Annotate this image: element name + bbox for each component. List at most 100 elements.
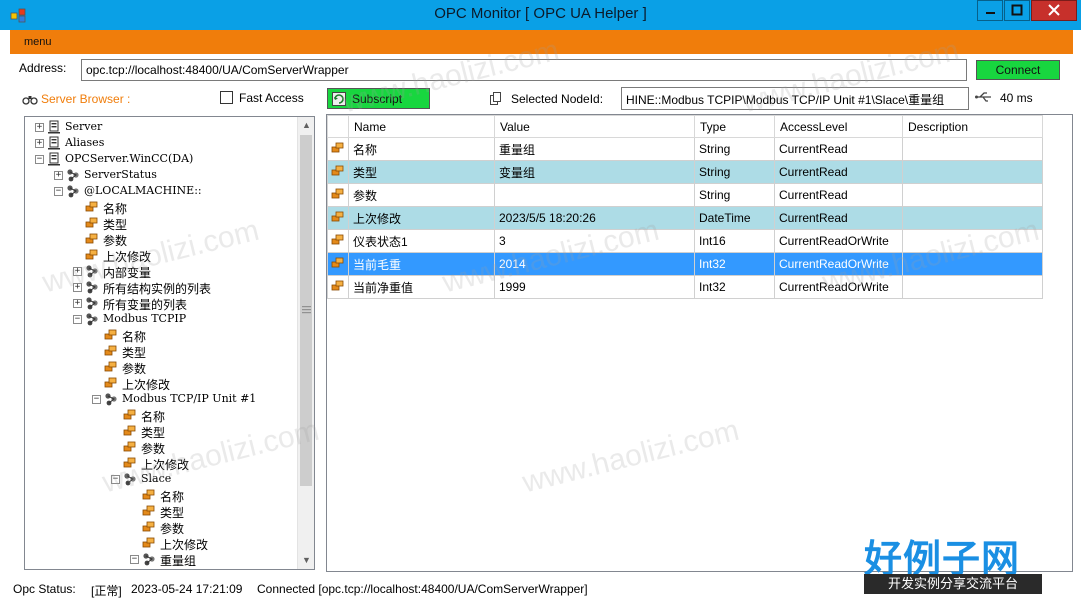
grid-row[interactable]: 当前毛重 2014 Int32 CurrentReadOrWrite — [327, 252, 1043, 276]
cell-type[interactable]: Int16 — [694, 229, 775, 253]
cell-description[interactable] — [902, 137, 1043, 161]
collapse-icon[interactable]: − — [130, 555, 139, 564]
column-header-accesslevel[interactable]: AccessLevel — [774, 115, 903, 138]
property-icon — [142, 520, 156, 534]
property-icon — [327, 252, 349, 276]
cell-description[interactable] — [902, 206, 1043, 230]
tree-node-label: 类型 — [122, 346, 147, 360]
cell-name[interactable]: 名称 — [348, 137, 495, 161]
cell-name[interactable]: 当前净重值 — [348, 275, 495, 299]
grid-row[interactable]: 上次修改 2023/5/5 18:20:26 DateTime CurrentRead — [327, 206, 1043, 230]
address-input[interactable]: opc.tcp://localhost:48400/UA/ComServerWr… — [81, 59, 967, 81]
expand-icon[interactable]: + — [73, 283, 82, 292]
brand-subtitle: 开发实例分享交流平台 — [864, 574, 1042, 594]
cell-accesslevel[interactable]: CurrentRead — [774, 183, 903, 207]
property-icon — [123, 424, 137, 438]
cell-description[interactable] — [902, 275, 1043, 299]
subscript-button[interactable]: Subscript — [327, 88, 430, 109]
grid-row[interactable]: 类型 变量组 String CurrentRead — [327, 160, 1043, 184]
property-icon — [104, 328, 118, 342]
cell-accesslevel[interactable]: CurrentRead — [774, 206, 903, 230]
object-icon — [85, 264, 99, 278]
column-header-value[interactable]: Value — [494, 115, 695, 138]
cell-accesslevel[interactable]: CurrentReadOrWrite — [774, 252, 903, 276]
cell-type[interactable]: String — [694, 160, 775, 184]
expand-icon[interactable]: + — [73, 299, 82, 308]
cell-value[interactable]: 重量组 — [494, 137, 695, 161]
column-header-description[interactable]: Description — [902, 115, 1043, 138]
connect-button[interactable]: Connect — [976, 60, 1060, 80]
cell-accesslevel[interactable]: CurrentReadOrWrite — [774, 229, 903, 253]
copy-icon[interactable] — [490, 92, 502, 105]
close-button[interactable] — [1031, 0, 1077, 21]
cell-name[interactable]: 类型 — [348, 160, 495, 184]
cell-description[interactable] — [902, 183, 1043, 207]
menu-item[interactable]: menu — [24, 36, 52, 48]
expand-icon[interactable]: + — [35, 123, 44, 132]
grid-row[interactable]: 当前净重值 1999 Int32 CurrentReadOrWrite — [327, 275, 1043, 299]
cell-description[interactable] — [902, 252, 1043, 276]
cell-accesslevel[interactable]: CurrentReadOrWrite — [774, 275, 903, 299]
column-header-name[interactable]: Name — [348, 115, 495, 138]
collapse-icon[interactable]: − — [35, 155, 44, 164]
property-icon — [123, 440, 137, 454]
cell-type[interactable]: DateTime — [694, 206, 775, 230]
tree-node-label: 名称 — [103, 202, 128, 216]
property-icon — [85, 248, 99, 262]
cell-description[interactable] — [902, 160, 1043, 184]
property-icon — [327, 137, 349, 161]
tree-node-label: 重量组 — [160, 554, 197, 568]
tree-node-label: ServerStatus — [84, 168, 157, 181]
title-bar: OPC Monitor [ OPC UA Helper ] — [0, 0, 1081, 30]
tree-node-label: @LOCALMACHINE:: — [84, 184, 202, 197]
cell-name[interactable]: 仪表状态1 — [348, 229, 495, 253]
minimize-button[interactable] — [977, 0, 1003, 21]
cell-accesslevel[interactable]: CurrentRead — [774, 137, 903, 161]
cell-value[interactable] — [494, 183, 695, 207]
cell-accesslevel[interactable]: CurrentRead — [774, 160, 903, 184]
maximize-button[interactable] — [1004, 0, 1030, 21]
cell-description[interactable] — [902, 229, 1043, 253]
column-header-type[interactable]: Type — [694, 115, 775, 138]
grid-row[interactable]: 名称 重量组 String CurrentRead — [327, 137, 1043, 161]
tree-scrollbar[interactable]: ▲ — — — ▼ — [297, 117, 314, 569]
selected-nodeid-input[interactable]: HINE::Modbus TCPIP\Modbus TCP/IP Unit #1… — [621, 87, 969, 110]
scroll-up-icon[interactable]: ▲ — [298, 117, 314, 134]
expand-icon[interactable]: + — [54, 171, 63, 180]
cell-name[interactable]: 参数 — [348, 183, 495, 207]
collapse-icon[interactable]: − — [111, 475, 120, 484]
cell-value[interactable]: 2023/5/5 18:20:26 — [494, 206, 695, 230]
expand-icon[interactable]: + — [35, 139, 44, 148]
expand-icon[interactable]: + — [73, 267, 82, 276]
selected-nodeid-label: Selected NodeId: — [511, 92, 604, 106]
cell-name[interactable]: 上次修改 — [348, 206, 495, 230]
cell-type[interactable]: String — [694, 183, 775, 207]
cell-value[interactable]: 变量组 — [494, 160, 695, 184]
collapse-icon[interactable]: − — [92, 395, 101, 404]
cell-type[interactable]: Int32 — [694, 275, 775, 299]
status-time: 2023-05-24 17:21:09 — [131, 582, 243, 596]
tree-node-label: 名称 — [141, 410, 166, 424]
cell-name[interactable]: 当前毛重 — [348, 252, 495, 276]
collapse-icon[interactable]: − — [73, 315, 82, 324]
scroll-thumb[interactable]: — — — — [300, 135, 312, 486]
tree-node-label: 类型 — [141, 426, 166, 440]
cell-value[interactable]: 1999 — [494, 275, 695, 299]
cell-value[interactable]: 3 — [494, 229, 695, 253]
property-icon — [104, 344, 118, 358]
cell-type[interactable]: Int32 — [694, 252, 775, 276]
grid-row[interactable]: 仪表状态1 3 Int16 CurrentReadOrWrite — [327, 229, 1043, 253]
server-icon — [47, 136, 61, 150]
tree-node-label: 参数 — [141, 442, 166, 456]
server-tree[interactable]: + Server + Aliases − OPCServer.WinCC(DA) + Serv… — [25, 117, 297, 569]
fast-access-checkbox[interactable] — [220, 91, 233, 104]
cell-type[interactable]: String — [694, 137, 775, 161]
collapse-icon[interactable]: − — [54, 187, 63, 196]
cell-value[interactable]: 2014 — [494, 252, 695, 276]
scroll-down-icon[interactable]: ▼ — [298, 552, 314, 569]
grid-row[interactable]: 参数 String CurrentRead — [327, 183, 1043, 207]
property-icon — [327, 160, 349, 184]
refresh-icon — [332, 92, 346, 106]
interval-value: 40 ms — [1000, 91, 1033, 105]
property-icon — [123, 456, 137, 470]
